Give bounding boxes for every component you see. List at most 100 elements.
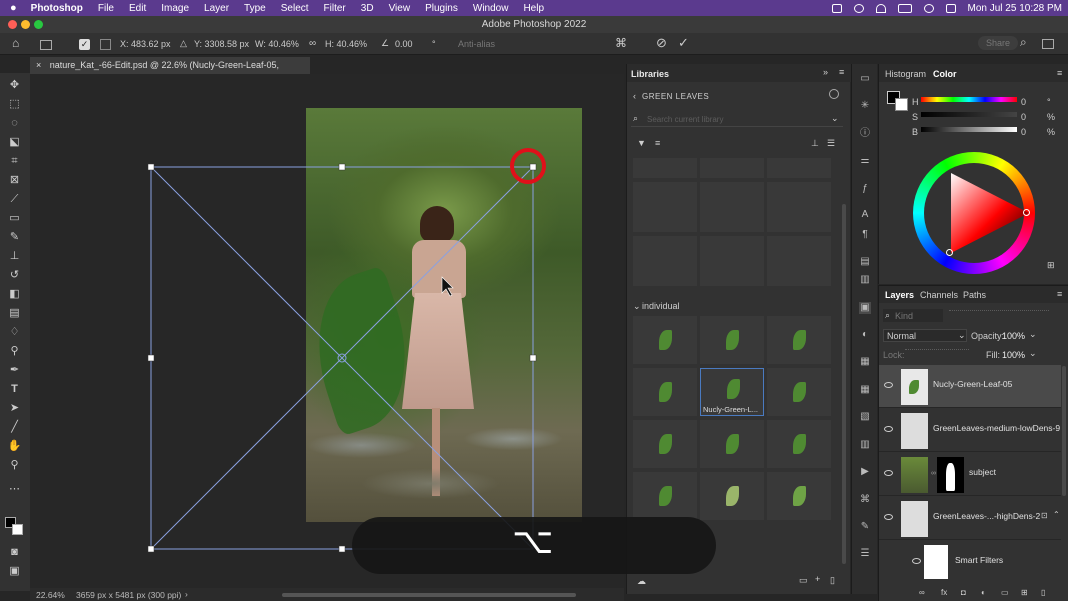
layer-filter-icons[interactable] xyxy=(949,310,1049,321)
opacity-field[interactable]: 100% xyxy=(1002,331,1025,341)
library-item[interactable] xyxy=(700,158,764,178)
visibility-eye-icon[interactable] xyxy=(912,558,921,564)
lock-icons[interactable] xyxy=(905,349,969,359)
expand-icon[interactable]: ⊞ xyxy=(1047,260,1055,271)
character-icon[interactable]: A xyxy=(859,209,871,221)
visibility-eye-icon[interactable] xyxy=(884,470,893,476)
visibility-eye-icon[interactable] xyxy=(884,514,893,520)
layer-mask-thumbnail[interactable] xyxy=(937,457,964,493)
section-chevron-icon[interactable]: ⌄ xyxy=(633,301,641,312)
paragraph-icon[interactable]: ¶ xyxy=(859,229,871,241)
link-icon[interactable]: ∞ xyxy=(931,470,936,477)
collaborate-icon[interactable] xyxy=(829,89,839,99)
saturation-slider[interactable] xyxy=(921,112,1017,117)
adjustments-icon[interactable]: ◐ xyxy=(859,329,871,341)
smart-filters-row[interactable]: Smart Filters xyxy=(879,541,1061,584)
library-item[interactable] xyxy=(767,236,831,286)
history-icon[interactable]: ⌘ xyxy=(859,494,871,506)
hue-slider[interactable] xyxy=(921,97,1017,102)
channels-icon[interactable]: ▥ xyxy=(859,439,871,451)
adjustment-layer-icon[interactable]: ◐ xyxy=(981,588,986,597)
new-layer-icon[interactable]: ⊞ xyxy=(1021,588,1028,597)
layer-row-selected[interactable]: Nucly-Green-Leaf-05 xyxy=(879,365,1061,408)
brightness-slider[interactable] xyxy=(921,127,1017,132)
libraries-icon[interactable]: ▤ xyxy=(859,256,871,268)
smart-filters-label[interactable]: Smart Filters xyxy=(955,555,1003,565)
library-item[interactable] xyxy=(633,158,697,178)
actions-icon[interactable]: ƒ xyxy=(859,183,871,195)
library-item[interactable] xyxy=(700,472,764,520)
brush-settings-icon[interactable]: ✎ xyxy=(859,521,871,533)
visibility-eye-icon[interactable] xyxy=(884,382,893,388)
library-item[interactable] xyxy=(633,472,697,520)
hue-value[interactable]: 0 xyxy=(1021,97,1026,107)
layer-name[interactable]: Nucly-Green-Leaf-05 xyxy=(933,379,1012,389)
library-item[interactable] xyxy=(700,182,764,232)
libraries-scrollbar[interactable] xyxy=(842,204,846,564)
tab-layers[interactable]: Layers xyxy=(885,290,914,300)
filter-icon[interactable]: ▼ xyxy=(637,138,646,148)
zoom-level[interactable]: 22.64% xyxy=(36,590,65,600)
swatches-icon[interactable]: ▦ xyxy=(859,356,871,368)
tab-histogram[interactable]: Histogram xyxy=(885,69,926,79)
layer-row[interactable]: GreenLeaves-medium-lowDens-9 xyxy=(879,409,1061,452)
libraries-tab[interactable]: Libraries xyxy=(631,69,669,79)
layer-name[interactable]: GreenLeaves-...-highDens-2 xyxy=(933,511,1040,521)
layer-name[interactable]: GreenLeaves-medium-lowDens-9 xyxy=(933,423,1060,433)
panel-menu-icon[interactable]: ≡ xyxy=(1057,68,1062,78)
properties-icon[interactable]: ⚌ xyxy=(859,155,871,167)
library-item[interactable] xyxy=(633,236,697,286)
panel-menu-icon[interactable]: ≡ xyxy=(839,67,844,77)
layers-scrollbar[interactable] xyxy=(1062,366,1066,496)
layer-filter-kind[interactable]: ⌕ Kind xyxy=(883,309,943,322)
library-item-selected[interactable]: Nucly-Green-L... xyxy=(700,368,764,416)
brightness-value[interactable]: 0 xyxy=(1021,127,1026,137)
library-item[interactable] xyxy=(633,316,697,364)
libraries-active-icon[interactable]: ▣ xyxy=(859,302,871,314)
horizontal-scrollbar[interactable] xyxy=(282,593,576,597)
status-arrow-icon[interactable]: › xyxy=(185,589,188,599)
color-marker[interactable] xyxy=(946,249,953,256)
gradients-icon[interactable]: ▧ xyxy=(859,411,871,423)
layer-name[interactable]: subject xyxy=(969,467,996,477)
library-item[interactable] xyxy=(633,368,697,416)
folder-icon[interactable]: ▭ xyxy=(799,575,808,586)
library-item[interactable] xyxy=(767,182,831,232)
library-item[interactable] xyxy=(767,158,831,178)
tab-color[interactable]: Color xyxy=(933,69,957,79)
comments-icon[interactable]: ▭ xyxy=(859,73,871,85)
library-item[interactable] xyxy=(633,420,697,468)
fill-field[interactable]: 100% xyxy=(1002,350,1025,360)
library-item[interactable] xyxy=(633,182,697,232)
library-item[interactable] xyxy=(700,316,764,364)
library-item[interactable] xyxy=(767,420,831,468)
back-icon[interactable]: ‹ xyxy=(633,91,636,101)
library-search[interactable]: ⌕ Search current library ⌄ xyxy=(631,112,843,127)
play-icon[interactable]: ▶ xyxy=(859,466,871,478)
new-group-icon[interactable]: ▭ xyxy=(1001,588,1009,597)
trash-icon[interactable]: ▯ xyxy=(830,575,835,586)
cloud-icon[interactable]: ☁ xyxy=(637,576,646,587)
info-icon[interactable]: ⓘ xyxy=(859,128,871,140)
filter-mask-thumbnail[interactable] xyxy=(924,545,948,579)
layer-filter-input[interactable]: Kind xyxy=(895,311,913,321)
chevron-down-icon[interactable]: ⌄ xyxy=(831,113,839,124)
tab-paths[interactable]: Paths xyxy=(963,290,986,300)
add-icon[interactable]: + xyxy=(815,574,820,584)
chevron-down-icon[interactable]: ⌄ xyxy=(1029,348,1037,359)
saturation-value[interactable]: 0 xyxy=(1021,112,1026,122)
navigator-icon[interactable]: ✳ xyxy=(859,100,871,112)
blend-mode-select[interactable]: Normal ⌄ xyxy=(883,329,967,342)
visibility-eye-icon[interactable] xyxy=(884,426,893,432)
collapse-panel-icon[interactable]: » xyxy=(823,67,828,77)
notes-icon[interactable]: ▥ xyxy=(859,274,871,286)
add-content-icon[interactable]: ⊥ xyxy=(811,138,819,149)
tab-channels[interactable]: Channels xyxy=(920,290,958,300)
chevron-down-icon[interactable]: ⌄ xyxy=(1029,329,1037,340)
delete-layer-icon[interactable]: ▯ xyxy=(1041,588,1045,597)
background-color-swatch[interactable] xyxy=(895,98,908,111)
layer-row[interactable]: ∞ subject xyxy=(879,453,1061,496)
glyphs-icon[interactable]: ☰ xyxy=(859,548,871,560)
library-item[interactable] xyxy=(767,368,831,416)
fx-icon[interactable]: fx xyxy=(941,588,947,597)
